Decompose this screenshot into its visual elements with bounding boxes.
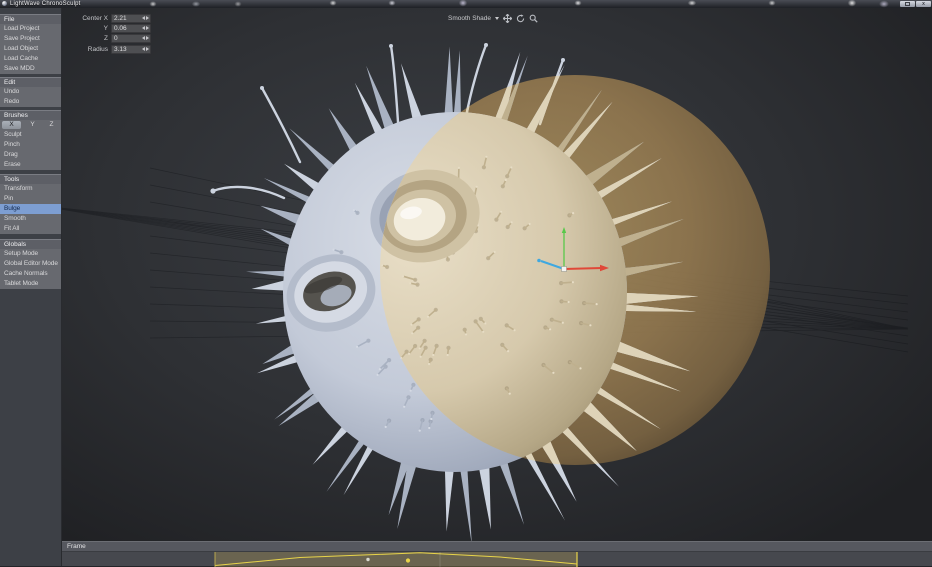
- viewport-3d[interactable]: Center X 2.21 Y 0.06 Z 0 Radius 3.13 Smo…: [62, 8, 932, 541]
- move-icon[interactable]: [503, 14, 512, 23]
- field-row-center-x: Center X 2.21: [62, 13, 151, 23]
- field-input-radius[interactable]: 3.13: [111, 45, 151, 54]
- menu-item-cache-normals[interactable]: Cache Normals: [0, 269, 61, 279]
- menu-item-pin[interactable]: Pin: [0, 194, 61, 204]
- menu-item-tablet-mode[interactable]: Tablet Mode: [0, 279, 61, 289]
- menu-item-load-cache[interactable]: Load Cache: [0, 54, 61, 64]
- menu-item-drag[interactable]: Drag: [0, 150, 61, 160]
- menu-header-globals: Globals: [0, 239, 61, 249]
- shade-mode-dropdown[interactable]: Smooth Shade: [448, 15, 491, 22]
- frame-header-bar: Frame: [62, 541, 932, 551]
- timeline-graph[interactable]: [62, 552, 932, 567]
- chevron-down-icon[interactable]: [495, 17, 499, 20]
- field-row-center-z: Z 0: [62, 33, 151, 43]
- field-row-radius: Radius 3.13: [62, 44, 151, 54]
- viewport-toolbar: Smooth Shade: [448, 13, 538, 23]
- menu-section-globals: Globals Setup Mode Global Editor Mode Ca…: [0, 239, 61, 289]
- menu-header-file: File: [0, 14, 61, 24]
- axis-button-row: X Y Z: [0, 120, 61, 130]
- field-label-radius: Radius: [62, 46, 111, 53]
- menu-item-setup-mode[interactable]: Setup Mode: [0, 249, 61, 259]
- frame-label: Frame: [67, 543, 86, 550]
- field-label-center-z: Z: [62, 35, 111, 42]
- menu-item-smooth[interactable]: Smooth: [0, 214, 61, 224]
- menu-item-fit-all[interactable]: Fit All: [0, 224, 61, 234]
- menu-header-edit: Edit: [0, 77, 61, 87]
- app-icon: [2, 1, 7, 6]
- maximize-icon: [905, 2, 910, 6]
- zoom-icon[interactable]: [529, 14, 538, 23]
- keyframe-dot-active[interactable]: [406, 558, 410, 562]
- brush-parameter-panel: Center X 2.21 Y 0.06 Z 0 Radius 3.13: [62, 13, 151, 54]
- field-label-center-y: Y: [62, 25, 111, 32]
- rotate-icon[interactable]: [516, 14, 525, 23]
- menu-header-brushes: Brushes: [0, 110, 61, 120]
- menu-section-file: File Load Project Save Project Load Obje…: [0, 14, 61, 74]
- menu-item-bulge[interactable]: Bulge: [0, 204, 61, 214]
- titlebar[interactable]: LightWave ChronoSculpt x: [0, 0, 932, 8]
- menu-item-undo[interactable]: Undo: [0, 87, 61, 97]
- timeline-track[interactable]: [62, 551, 932, 566]
- menu-item-erase[interactable]: Erase: [0, 160, 61, 170]
- menu-item-load-project[interactable]: Load Project: [0, 24, 61, 34]
- menu-item-redo[interactable]: Redo: [0, 97, 61, 107]
- field-input-center-z[interactable]: 0: [111, 34, 151, 43]
- menu-section-tools: Tools Transform Pin Bulge Smooth Fit All: [0, 174, 61, 234]
- field-input-center-y[interactable]: 0.06: [111, 24, 151, 33]
- field-label-center-x: Center X: [62, 15, 111, 22]
- stepper-icon[interactable]: [142, 36, 149, 40]
- keyframe-dot[interactable]: [366, 558, 369, 561]
- stepper-icon[interactable]: [142, 47, 149, 51]
- close-button[interactable]: x: [916, 1, 931, 7]
- field-input-center-x[interactable]: 2.21: [111, 14, 151, 23]
- menu-header-tools: Tools: [0, 174, 61, 184]
- stepper-icon[interactable]: [142, 16, 149, 20]
- menu-item-transform[interactable]: Transform: [0, 184, 61, 194]
- stepper-icon[interactable]: [142, 26, 149, 30]
- field-row-center-y: Y 0.06: [62, 23, 151, 33]
- axis-button-x[interactable]: X: [2, 121, 21, 129]
- menu-item-save-mdd[interactable]: Save MDD: [0, 64, 61, 74]
- window-title: LightWave ChronoSculpt: [10, 0, 81, 8]
- axis-button-y[interactable]: Y: [23, 120, 42, 130]
- menu-item-pinch[interactable]: Pinch: [0, 140, 61, 150]
- menu-section-brushes: Brushes X Y Z Sculpt Pinch Drag Erase: [0, 110, 61, 170]
- menu-item-global-editor-mode[interactable]: Global Editor Mode: [0, 259, 61, 269]
- scene-canvas[interactable]: [62, 8, 932, 541]
- menu-item-save-project[interactable]: Save Project: [0, 34, 61, 44]
- menu-item-load-object[interactable]: Load Object: [0, 44, 61, 54]
- menu-section-edit: Edit Undo Redo: [0, 77, 61, 107]
- axis-button-z[interactable]: Z: [42, 120, 61, 130]
- menu-item-sculpt[interactable]: Sculpt: [0, 130, 61, 140]
- main-menu: File Load Project Save Project Load Obje…: [0, 14, 61, 289]
- maximize-button[interactable]: [900, 1, 915, 7]
- left-panel: File Load Project Save Project Load Obje…: [0, 8, 62, 566]
- close-icon: x: [922, 2, 925, 7]
